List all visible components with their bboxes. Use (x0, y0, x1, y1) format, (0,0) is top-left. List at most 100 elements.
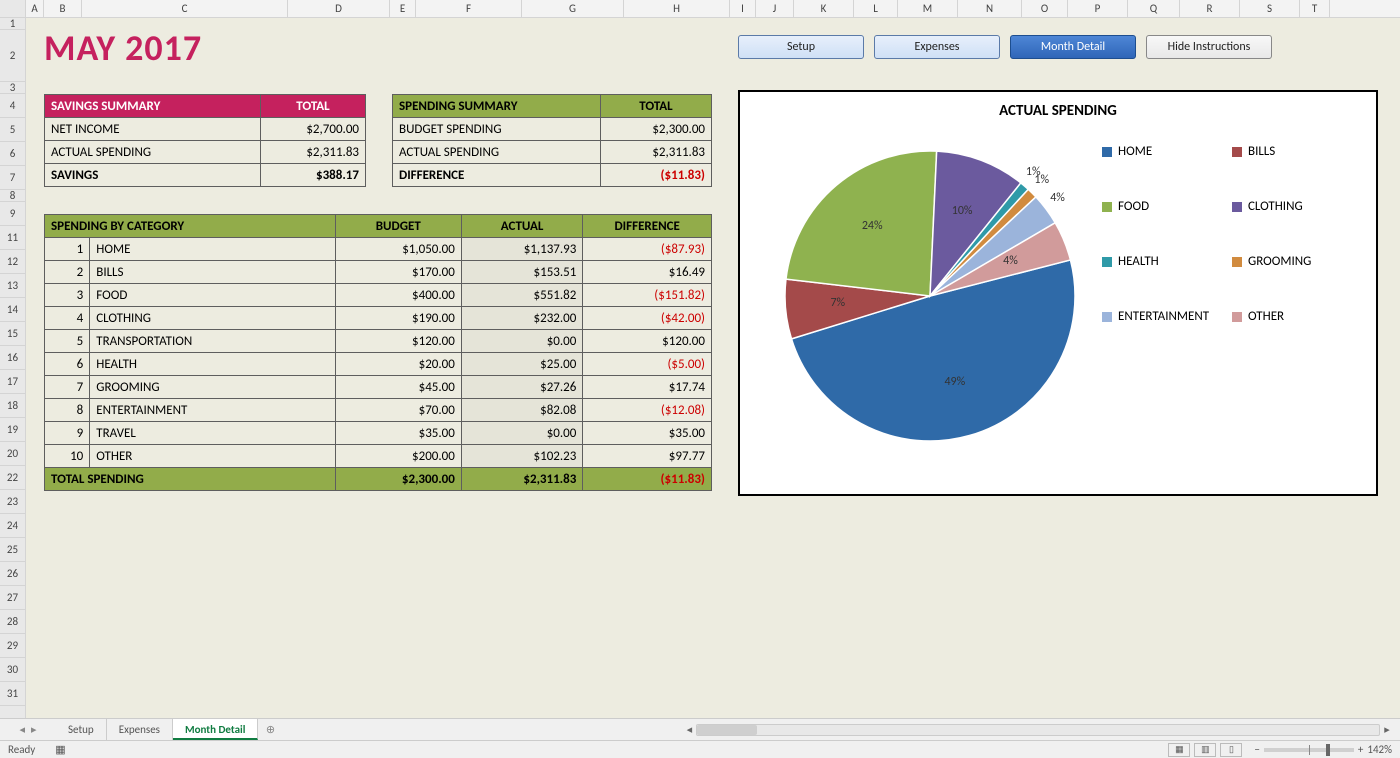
expenses-button[interactable]: Expenses (874, 35, 1000, 59)
zoom-out-button[interactable]: − (1254, 743, 1259, 756)
column-header-M[interactable]: M (898, 0, 958, 17)
row-header-27[interactable]: 27 (0, 586, 25, 610)
row-header-25[interactable]: 25 (0, 538, 25, 562)
row-header-14[interactable]: 14 (0, 298, 25, 322)
column-header-L[interactable]: L (854, 0, 898, 17)
row-header-4[interactable]: 4 (0, 94, 25, 118)
row-header-20[interactable]: 20 (0, 442, 25, 466)
savings-footer-label: SAVINGS (45, 164, 261, 187)
row-header-11[interactable]: 11 (0, 226, 25, 250)
column-header-R[interactable]: R (1180, 0, 1240, 17)
cat-row-name: BILLS (90, 261, 335, 284)
row-header-19[interactable]: 19 (0, 418, 25, 442)
savings-footer-value: $388.17 (261, 164, 366, 187)
cat-row-num: 7 (45, 376, 90, 399)
row-header-1[interactable]: 1 (0, 18, 25, 30)
row-header-5[interactable]: 5 (0, 118, 25, 142)
row-header-24[interactable]: 24 (0, 514, 25, 538)
cat-row-diff: ($5.00) (583, 353, 712, 376)
column-header-F[interactable]: F (416, 0, 522, 17)
column-header-B[interactable]: B (44, 0, 82, 17)
spending-footer-label: DIFFERENCE (393, 164, 601, 187)
cat-row-name: HEALTH (90, 353, 335, 376)
column-header-S[interactable]: S (1240, 0, 1300, 17)
macro-record-icon[interactable]: ▦ (55, 743, 65, 756)
column-header-T[interactable]: T (1300, 0, 1330, 17)
sheet-tabs: ◂▸ SetupExpensesMonth Detail ⊕ ◂▸ (0, 718, 1400, 740)
page-break-view-button[interactable]: ▯ (1220, 743, 1242, 757)
legend-item: OTHER (1232, 309, 1362, 324)
cat-row-actual: $153.51 (461, 261, 582, 284)
legend-item: HEALTH (1102, 254, 1232, 269)
column-header-O[interactable]: O (1022, 0, 1068, 17)
row-header-3[interactable]: 3 (0, 82, 25, 94)
worksheet-area[interactable]: MAY 2017 Setup Expenses Month Detail Hid… (26, 18, 1400, 718)
row-header-17[interactable]: 17 (0, 370, 25, 394)
row-header-31[interactable]: 31 (0, 682, 25, 706)
month-detail-button[interactable]: Month Detail (1010, 35, 1136, 59)
zoom-in-button[interactable]: + (1358, 743, 1363, 756)
row-header-30[interactable]: 30 (0, 658, 25, 682)
column-header-I[interactable]: I (730, 0, 756, 17)
column-header-D[interactable]: D (288, 0, 390, 17)
row-header-13[interactable]: 13 (0, 274, 25, 298)
pie-pct-label: 1% (1034, 173, 1049, 187)
select-all-corner[interactable] (0, 0, 26, 17)
row-header-16[interactable]: 16 (0, 346, 25, 370)
row-header-23[interactable]: 23 (0, 490, 25, 514)
column-header-P[interactable]: P (1068, 0, 1128, 17)
legend-swatch-icon (1232, 202, 1242, 212)
cat-row-diff: ($87.93) (583, 238, 712, 261)
cat-footer-actual: $2,311.83 (461, 468, 582, 491)
row-header-28[interactable]: 28 (0, 610, 25, 634)
row-header-9[interactable]: 9 (0, 202, 25, 226)
row-header-7[interactable]: 7 (0, 166, 25, 190)
cat-row-name: CLOTHING (90, 307, 335, 330)
column-header-E[interactable]: E (390, 0, 416, 17)
row-header-18[interactable]: 18 (0, 394, 25, 418)
zoom-value[interactable]: 142% (1367, 743, 1392, 756)
sheet-tab-setup[interactable]: Setup (56, 719, 107, 740)
column-header-G[interactable]: G (522, 0, 624, 17)
column-header-H[interactable]: H (624, 0, 730, 17)
horizontal-scrollbar[interactable]: ◂▸ (682, 719, 1394, 740)
row-header-6[interactable]: 6 (0, 142, 25, 166)
column-header-C[interactable]: C (82, 0, 288, 17)
column-header-A[interactable]: A (26, 0, 44, 17)
column-header-N[interactable]: N (958, 0, 1022, 17)
column-header-J[interactable]: J (756, 0, 794, 17)
setup-button[interactable]: Setup (738, 35, 864, 59)
cat-row-num: 8 (45, 399, 90, 422)
sheet-tab-expenses[interactable]: Expenses (107, 719, 173, 740)
row-header-12[interactable]: 12 (0, 250, 25, 274)
column-header-K[interactable]: K (794, 0, 854, 17)
tab-nav-arrows[interactable]: ◂▸ (0, 719, 56, 740)
legend-swatch-icon (1232, 257, 1242, 267)
legend-swatch-icon (1232, 312, 1242, 322)
table-row: 5TRANSPORTATION$120.00$0.00$120.00 (45, 330, 712, 353)
cat-row-diff: ($42.00) (583, 307, 712, 330)
normal-view-button[interactable]: ▦ (1168, 743, 1190, 757)
cat-row-diff: ($12.08) (583, 399, 712, 422)
spending-row-label: BUDGET SPENDING (393, 118, 601, 141)
zoom-control[interactable]: − + 142% (1254, 743, 1392, 756)
row-header-22[interactable]: 22 (0, 466, 25, 490)
hide-instructions-button[interactable]: Hide Instructions (1146, 35, 1272, 59)
row-header-26[interactable]: 26 (0, 562, 25, 586)
pie-pct-label: 4% (1003, 254, 1018, 268)
row-header-8[interactable]: 8 (0, 190, 25, 202)
column-header-Q[interactable]: Q (1128, 0, 1180, 17)
table-row: 8ENTERTAINMENT$70.00$82.08($12.08) (45, 399, 712, 422)
pie-chart[interactable]: ACTUAL SPENDING HOMEBILLSFOODCLOTHINGHEA… (738, 90, 1378, 496)
row-header-29[interactable]: 29 (0, 634, 25, 658)
row-header-2[interactable]: 2 (0, 30, 25, 82)
legend-swatch-icon (1102, 257, 1112, 267)
cat-row-actual: $27.26 (461, 376, 582, 399)
sheet-tab-month-detail[interactable]: Month Detail (173, 719, 258, 740)
legend-label: HOME (1118, 144, 1152, 159)
add-sheet-button[interactable]: ⊕ (258, 719, 282, 740)
row-header-15[interactable]: 15 (0, 322, 25, 346)
cat-row-diff: $17.74 (583, 376, 712, 399)
page-layout-view-button[interactable]: ▥ (1194, 743, 1216, 757)
cat-footer-diff: ($11.83) (583, 468, 712, 491)
